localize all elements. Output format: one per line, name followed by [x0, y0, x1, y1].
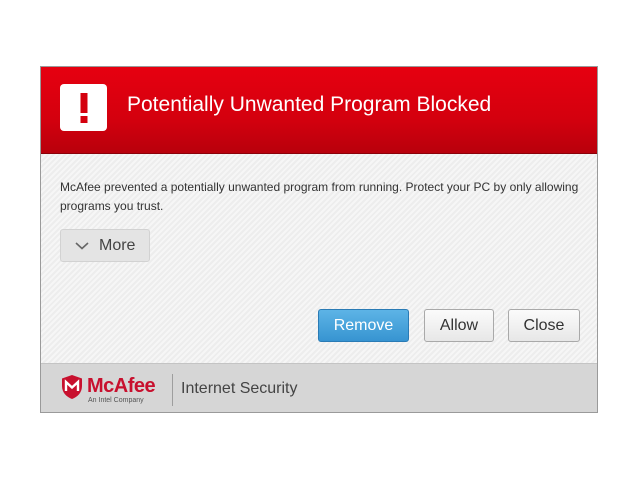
mcafee-brand-name: McAfee — [87, 375, 156, 397]
pup-blocked-dialog: Potentially Unwanted Program Blocked McA… — [40, 66, 598, 413]
allow-button[interactable]: Allow — [424, 309, 494, 342]
chevron-down-icon — [75, 241, 89, 250]
mcafee-shield-icon — [62, 375, 82, 399]
exclamation-icon — [60, 84, 107, 131]
dialog-message: McAfee prevented a potentially unwanted … — [60, 180, 579, 213]
remove-button[interactable]: Remove — [318, 309, 409, 342]
dialog-title: Potentially Unwanted Program Blocked — [127, 93, 492, 116]
dialog-header: Potentially Unwanted Program Blocked — [41, 67, 597, 154]
mcafee-tagline: An Intel Company — [88, 397, 144, 404]
close-button[interactable]: Close — [508, 309, 580, 342]
more-button-label: More — [99, 236, 136, 254]
footer-divider — [172, 374, 173, 406]
more-button[interactable]: More — [60, 229, 150, 262]
dialog-footer: McAfee An Intel Company Internet Securit… — [41, 363, 597, 412]
mcafee-logo: McAfee An Intel Company — [61, 374, 165, 406]
product-name: Internet Security — [181, 380, 298, 397]
